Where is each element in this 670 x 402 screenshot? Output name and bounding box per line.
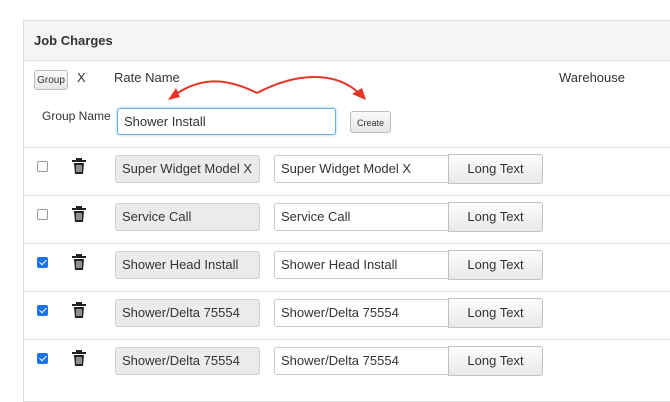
annotation-arrows: [168, 76, 366, 100]
